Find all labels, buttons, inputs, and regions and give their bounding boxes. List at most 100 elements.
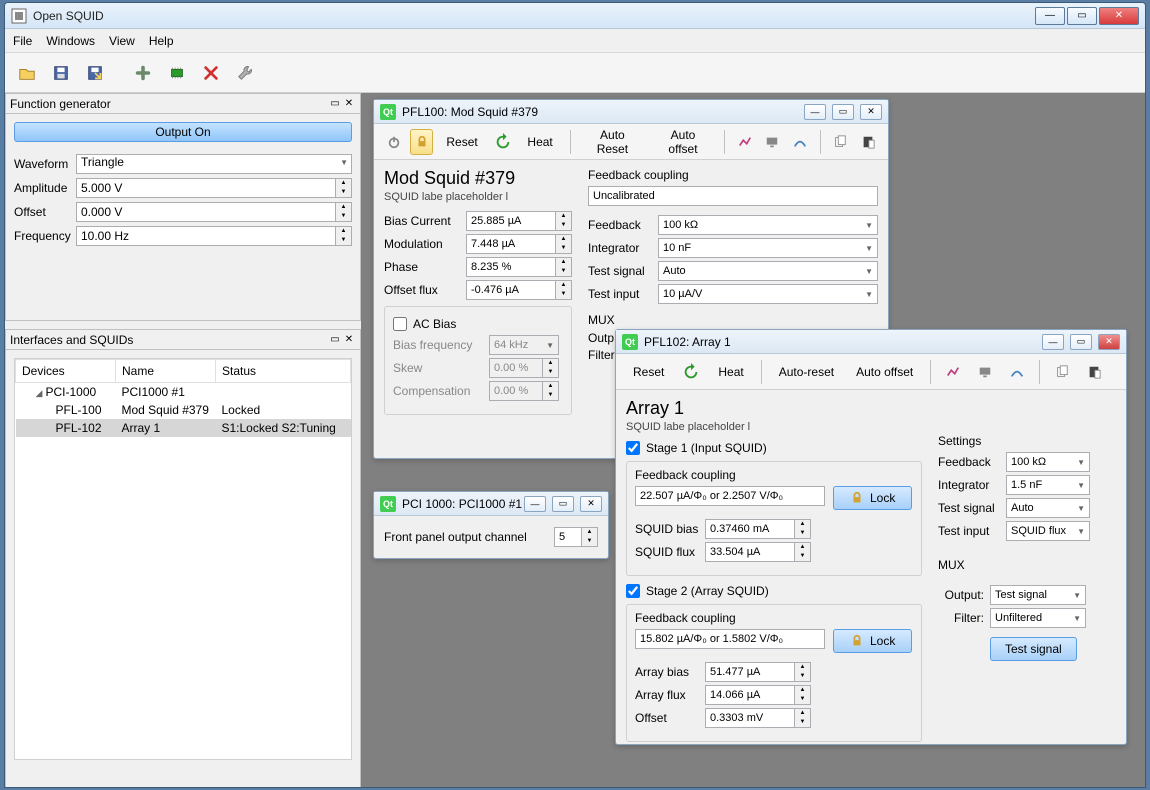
stage2-fc-input[interactable] — [635, 629, 825, 649]
paste-icon[interactable] — [1080, 359, 1108, 385]
add-icon[interactable] — [129, 59, 157, 87]
offset-input[interactable] — [76, 202, 336, 222]
offset-input[interactable] — [705, 708, 795, 728]
mux-output-select[interactable]: Test signal — [990, 585, 1086, 605]
frequency-spin[interactable]: ▲▼ — [336, 226, 352, 246]
table-row[interactable]: PFL-100Mod Squid #379Locked — [16, 401, 351, 419]
stage1-checkbox[interactable] — [626, 441, 640, 455]
auto-reset-button[interactable]: Auto Reset — [579, 129, 647, 155]
mux-filter-select[interactable]: Unfiltered — [990, 608, 1086, 628]
integrator-select[interactable]: 10 nF — [658, 238, 878, 258]
output-on-button[interactable]: Output On — [14, 122, 352, 142]
copy-icon[interactable] — [1048, 359, 1076, 385]
menu-help[interactable]: Help — [149, 34, 174, 48]
pfl100-toolbar: Reset Heat Auto Reset Auto offset — [374, 124, 888, 160]
amplitude-input[interactable] — [76, 178, 336, 198]
subwin-close[interactable]: ✕ — [580, 496, 602, 512]
subwin-close[interactable]: ✕ — [1098, 334, 1120, 350]
refresh-icon[interactable] — [491, 129, 515, 155]
pci1000-window: Qt PCI 1000: PCI1000 #1 — ▭ ✕ Front pane… — [373, 491, 609, 559]
feedback-select[interactable]: 100 kΩ — [658, 215, 878, 235]
subwin-maximize[interactable]: ▭ — [1070, 334, 1092, 350]
save-as-icon[interactable] — [81, 59, 109, 87]
col-status[interactable]: Status — [216, 360, 351, 383]
save-icon[interactable] — [47, 59, 75, 87]
offset-spin[interactable]: ▲▼ — [336, 202, 352, 222]
chip-icon[interactable] — [163, 59, 191, 87]
plot-icon[interactable] — [939, 359, 967, 385]
test-input-select[interactable]: SQUID flux — [1006, 521, 1090, 541]
minimize-button[interactable]: — — [1035, 7, 1065, 25]
stage2-lock-button[interactable]: Lock — [833, 629, 912, 653]
front-panel-input[interactable] — [554, 527, 582, 547]
subwin-minimize[interactable]: — — [1042, 334, 1064, 350]
test-input-select[interactable]: 10 µA/V — [658, 284, 878, 304]
stage2-checkbox[interactable] — [626, 584, 640, 598]
maximize-button[interactable]: ▭ — [1067, 7, 1097, 25]
open-icon[interactable] — [13, 59, 41, 87]
feedback-select[interactable]: 100 kΩ — [1006, 452, 1090, 472]
bias-current-input[interactable] — [466, 211, 556, 231]
subwin-minimize[interactable]: — — [804, 104, 826, 120]
amplitude-spin[interactable]: ▲▼ — [336, 178, 352, 198]
menu-windows[interactable]: Windows — [46, 34, 95, 48]
table-row[interactable]: PFL-102Array 1S1:Locked S2:Tuning — [16, 419, 351, 437]
test-signal-button[interactable]: Test signal — [990, 637, 1077, 661]
monitor-icon[interactable] — [971, 359, 999, 385]
dock-close-icon[interactable]: ✕ — [342, 97, 356, 111]
paste-icon[interactable] — [856, 129, 880, 155]
plot-icon[interactable] — [733, 129, 757, 155]
lock-icon[interactable] — [410, 129, 434, 155]
subwin-maximize[interactable]: ▭ — [832, 104, 854, 120]
auto-reset-button[interactable]: Auto-reset — [770, 359, 843, 385]
test-signal-select[interactable]: Auto — [658, 261, 878, 281]
auto-offset-button[interactable]: Auto offset — [847, 359, 922, 385]
integrator-select[interactable]: 1.5 nF — [1006, 475, 1090, 495]
subwin-minimize[interactable]: — — [524, 496, 546, 512]
dock-close-icon[interactable]: ✕ — [342, 333, 356, 347]
dock-restore-icon[interactable]: ▭ — [328, 97, 342, 111]
array-flux-input[interactable] — [705, 685, 795, 705]
test-signal-select[interactable]: Auto — [1006, 498, 1090, 518]
offset-flux-input[interactable] — [466, 280, 556, 300]
reset-button[interactable]: Reset — [624, 359, 673, 385]
dock-restore-icon[interactable]: ▭ — [328, 333, 342, 347]
close-button[interactable]: ✕ — [1099, 7, 1139, 25]
reset-button[interactable]: Reset — [437, 129, 486, 155]
waveform-label: Waveform — [14, 157, 76, 171]
heat-button[interactable]: Heat — [518, 129, 561, 155]
heat-button[interactable]: Heat — [709, 359, 752, 385]
menu-view[interactable]: View — [109, 34, 135, 48]
curve-icon[interactable] — [788, 129, 812, 155]
squid-flux-input[interactable] — [705, 542, 795, 562]
array-bias-input[interactable] — [705, 662, 795, 682]
pfl102-toolbar: Reset Heat Auto-reset Auto offset — [616, 354, 1126, 390]
stage1-fc-input[interactable] — [635, 486, 825, 506]
col-devices[interactable]: Devices — [16, 360, 116, 383]
modulation-input[interactable] — [466, 234, 556, 254]
wrench-icon[interactable] — [231, 59, 259, 87]
refresh-icon[interactable] — [677, 359, 705, 385]
col-name[interactable]: Name — [116, 360, 216, 383]
amplitude-label: Amplitude — [14, 181, 76, 195]
feedback-coupling-input[interactable] — [588, 186, 878, 206]
subwin-maximize[interactable]: ▭ — [552, 496, 574, 512]
power-icon[interactable] — [382, 129, 406, 155]
ac-bias-checkbox[interactable] — [393, 317, 407, 331]
delete-icon[interactable] — [197, 59, 225, 87]
device-tree[interactable]: Devices Name Status ◢PCI-1000PCI1000 #1P… — [14, 358, 352, 760]
frequency-input[interactable] — [76, 226, 336, 246]
menu-file[interactable]: File — [13, 34, 32, 48]
monitor-icon[interactable] — [760, 129, 784, 155]
copy-icon[interactable] — [829, 129, 853, 155]
phase-input[interactable] — [466, 257, 556, 277]
curve-icon[interactable] — [1003, 359, 1031, 385]
fn-gen-title: Function generator — [10, 97, 111, 111]
squid-bias-input[interactable] — [705, 519, 795, 539]
table-row[interactable]: ◢PCI-1000PCI1000 #1 — [16, 383, 351, 402]
auto-offset-button[interactable]: Auto offset — [650, 129, 716, 155]
subwin-close[interactable]: ✕ — [860, 104, 882, 120]
pfl102-title: PFL102: Array 1 — [644, 335, 1042, 349]
waveform-select[interactable]: Triangle — [76, 154, 352, 174]
stage1-lock-button[interactable]: Lock — [833, 486, 912, 510]
